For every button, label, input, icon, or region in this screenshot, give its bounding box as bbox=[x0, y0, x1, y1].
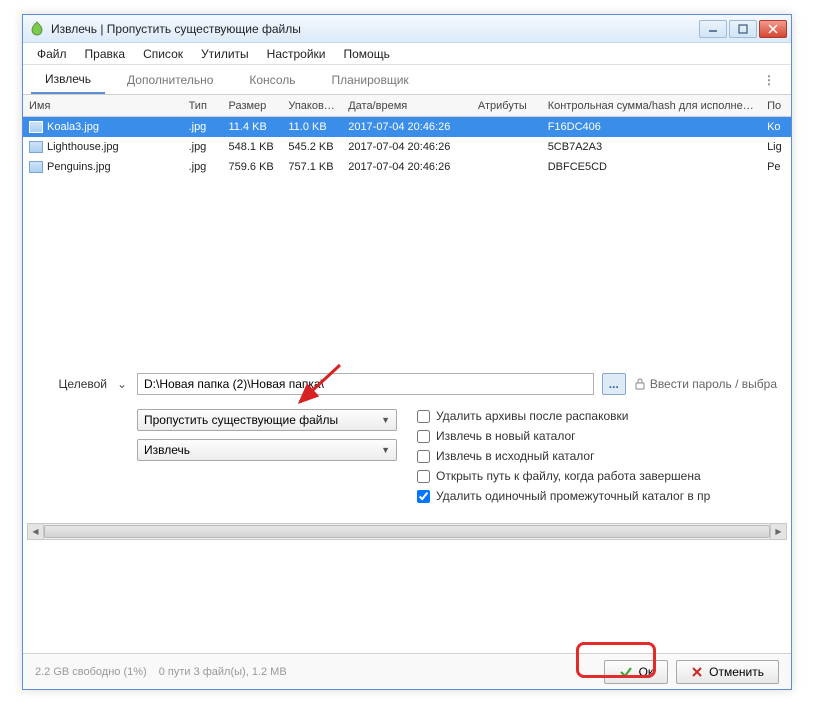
menu-file[interactable]: Файл bbox=[29, 45, 75, 63]
browse-button[interactable]: ... bbox=[602, 373, 626, 395]
tab-scheduler[interactable]: Планировщик bbox=[317, 67, 422, 93]
header-type[interactable]: Тип bbox=[183, 100, 223, 112]
checkbox-open-path[interactable]: Открыть путь к файлу, когда работа завер… bbox=[417, 469, 710, 483]
password-link[interactable]: Ввести пароль / выбра bbox=[634, 377, 777, 391]
tab-overflow-icon[interactable]: ⋮ bbox=[755, 73, 783, 87]
menu-settings[interactable]: Настройки bbox=[259, 45, 334, 63]
window-title: Извлечь | Пропустить существующие файлы bbox=[51, 22, 699, 36]
target-path-input[interactable] bbox=[137, 373, 594, 395]
status-free-space: 2.2 GB свободно (1%) bbox=[35, 666, 147, 678]
image-icon bbox=[29, 161, 43, 173]
cancel-button[interactable]: Отменить bbox=[676, 660, 779, 684]
scroll-right-icon[interactable]: ▶ bbox=[770, 524, 786, 539]
checkbox-extract-new[interactable]: Извлечь в новый каталог bbox=[417, 429, 710, 443]
action-select[interactable]: Извлечь▼ bbox=[137, 439, 397, 461]
header-date[interactable]: Дата/время bbox=[342, 100, 472, 112]
scroll-left-icon[interactable]: ◀ bbox=[28, 524, 44, 539]
horizontal-scrollbar[interactable]: ◀ ▶ bbox=[27, 523, 787, 540]
x-icon bbox=[691, 666, 703, 678]
tab-extract[interactable]: Извлечь bbox=[31, 66, 105, 94]
image-icon bbox=[29, 141, 43, 153]
column-headers[interactable]: Имя Тип Размер Упаковано Дата/время Атри… bbox=[23, 95, 791, 117]
header-hash[interactable]: Контрольная сумма/hash для исполнения bbox=[542, 100, 761, 112]
minimize-button[interactable] bbox=[699, 20, 727, 38]
header-attr[interactable]: Атрибуты bbox=[472, 100, 542, 112]
check-icon bbox=[619, 665, 633, 679]
ok-button[interactable]: Ок bbox=[604, 660, 669, 684]
table-row[interactable]: Koala3.jpg .jpg 11.4 KB 11.0 KB 2017-07-… bbox=[23, 117, 791, 137]
image-icon bbox=[29, 121, 43, 133]
checkbox-remove-inter[interactable]: Удалить одиночный промежуточный каталог … bbox=[417, 489, 710, 503]
header-packed[interactable]: Упаковано bbox=[282, 100, 342, 112]
skip-mode-select[interactable]: Пропустить существующие файлы▼ bbox=[137, 409, 397, 431]
chevron-down-icon[interactable]: ⌄ bbox=[115, 377, 129, 391]
target-label: Целевой bbox=[37, 377, 107, 391]
header-size[interactable]: Размер bbox=[222, 100, 282, 112]
checkbox-delete-after[interactable]: Удалить архивы после распаковки bbox=[417, 409, 710, 423]
table-row[interactable]: Lighthouse.jpg .jpg 548.1 KB 545.2 KB 20… bbox=[23, 137, 791, 157]
chevron-down-icon: ▼ bbox=[381, 445, 390, 455]
menu-list[interactable]: Список bbox=[135, 45, 191, 63]
header-name[interactable]: Имя bbox=[23, 100, 183, 112]
checkbox-extract-src[interactable]: Извлечь в исходный каталог bbox=[417, 449, 710, 463]
tab-advanced[interactable]: Дополнительно bbox=[113, 67, 227, 93]
tab-console[interactable]: Консоль bbox=[235, 67, 309, 93]
table-row[interactable]: Penguins.jpg .jpg 759.6 KB 757.1 KB 2017… bbox=[23, 157, 791, 177]
header-ext[interactable]: По bbox=[761, 100, 791, 112]
status-selection: 0 пути 3 файл(ы), 1.2 MB bbox=[159, 666, 287, 678]
app-icon bbox=[29, 21, 45, 37]
chevron-down-icon: ▼ bbox=[381, 415, 390, 425]
menu-help[interactable]: Помощь bbox=[336, 45, 398, 63]
close-button[interactable] bbox=[759, 20, 787, 38]
maximize-button[interactable] bbox=[729, 20, 757, 38]
lock-icon bbox=[634, 378, 646, 390]
scrollbar-thumb[interactable] bbox=[44, 525, 770, 538]
menu-utils[interactable]: Утилиты bbox=[193, 45, 257, 63]
menu-edit[interactable]: Правка bbox=[77, 45, 134, 63]
